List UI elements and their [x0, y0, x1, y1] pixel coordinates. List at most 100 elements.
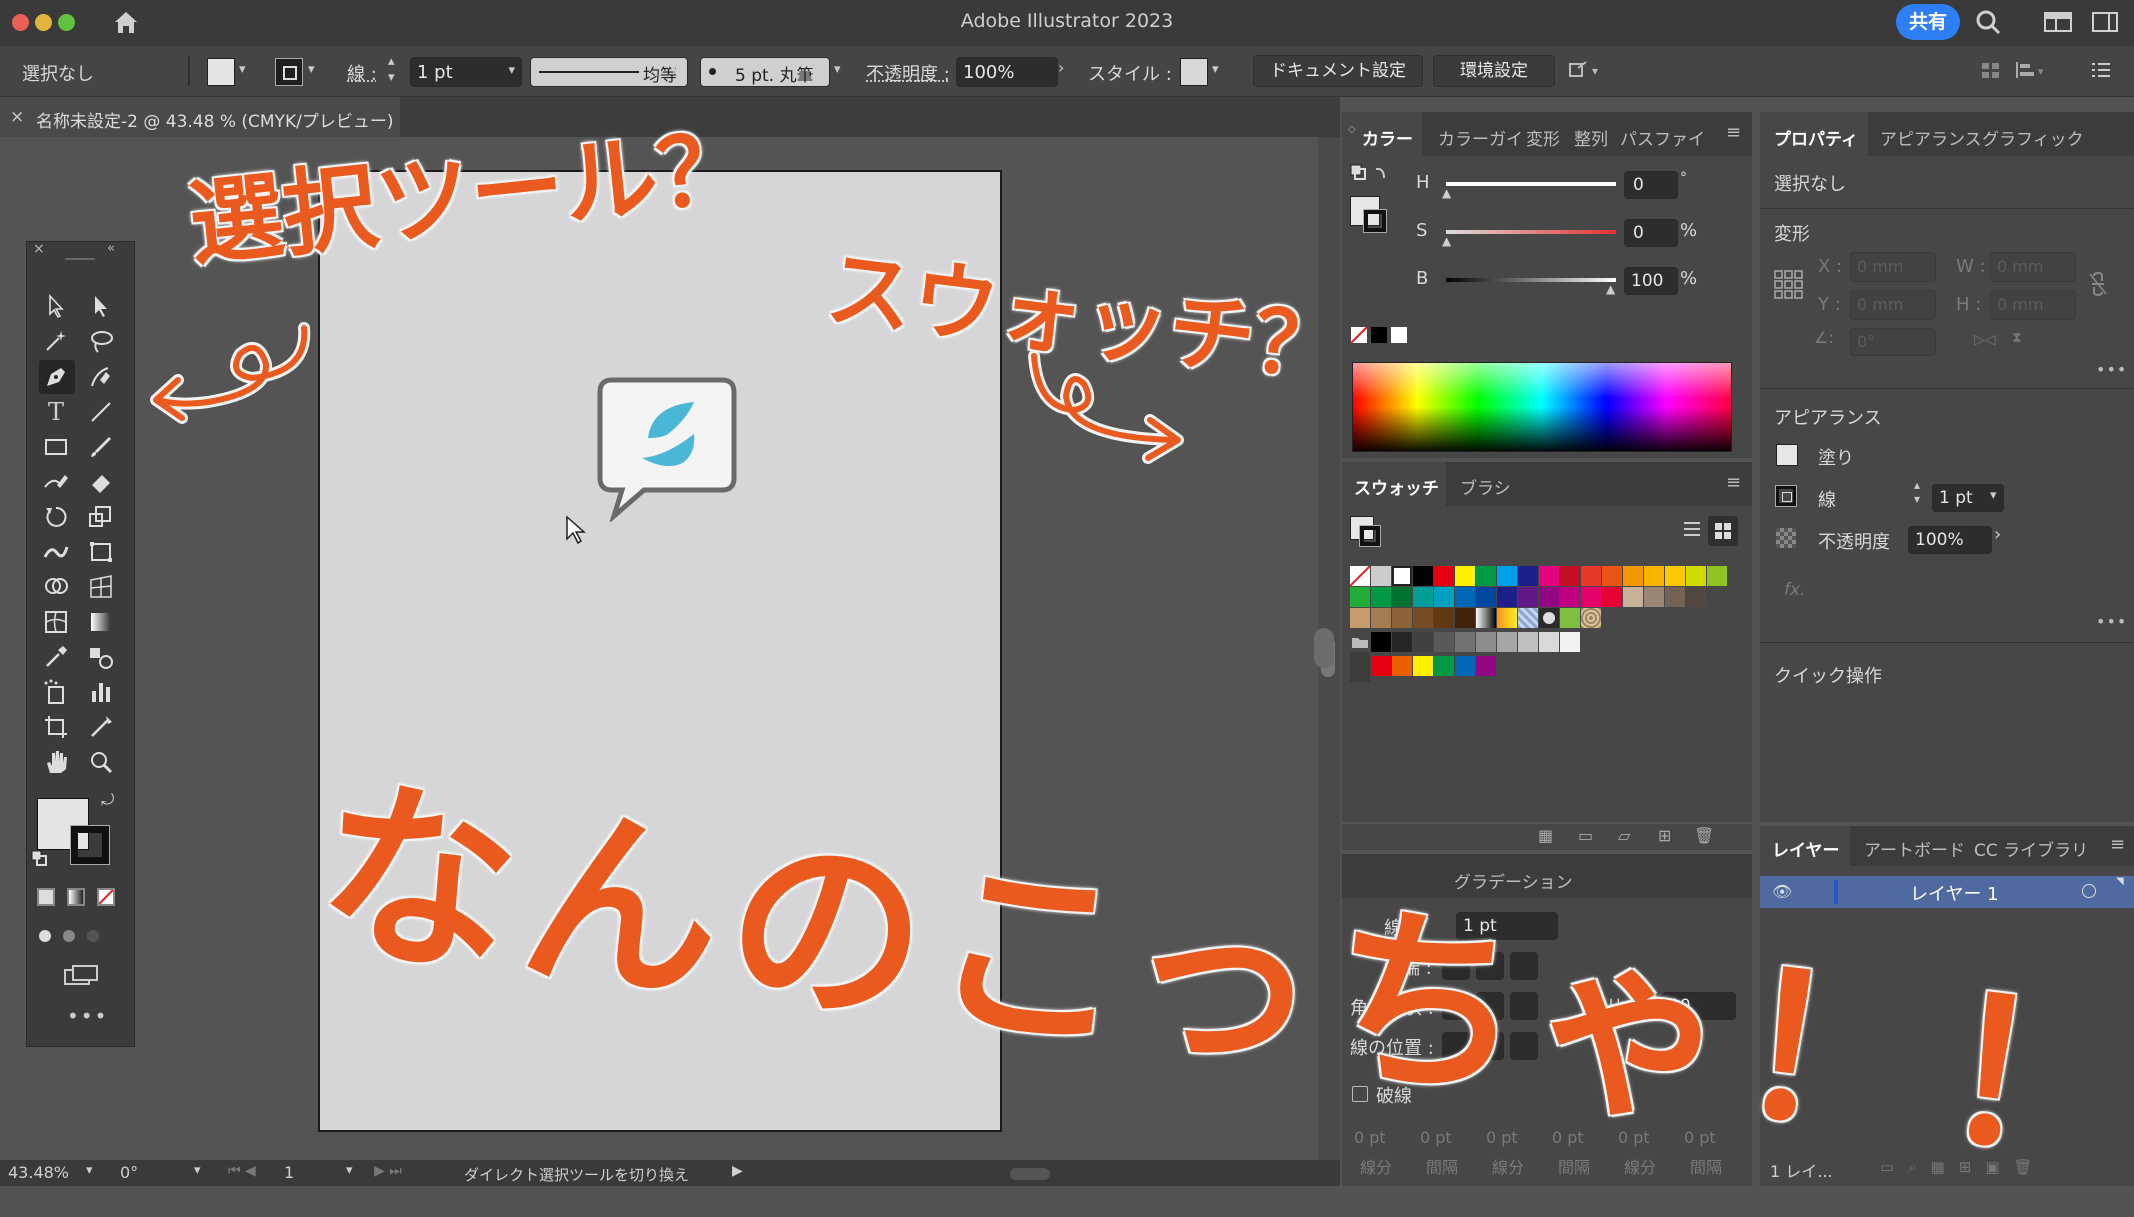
panel-toggle-icon[interactable] — [2092, 12, 2118, 36]
x-field[interactable]: 0 mm — [1850, 252, 1936, 282]
tab-transform[interactable]: 変形 — [1526, 125, 1560, 150]
y-field[interactable]: 0 mm — [1850, 290, 1936, 320]
gradient-mode-icon[interactable] — [67, 888, 85, 906]
more-options-icon[interactable]: ••• — [2096, 360, 2127, 379]
layer-name[interactable]: レイヤー 1 — [1910, 880, 1999, 906]
symbol-sprayer-tool-icon[interactable] — [41, 677, 71, 707]
s-value-field[interactable]: 0 — [1624, 219, 1678, 247]
collapse-icon[interactable]: « — [107, 241, 115, 256]
selection-tool-icon[interactable] — [41, 290, 71, 320]
appearance-fill-swatch[interactable] — [1776, 444, 1798, 466]
tab-graphic-styles[interactable]: グラフィック — [1982, 125, 2112, 150]
speech-bubble-logo[interactable] — [596, 376, 738, 526]
tab-align[interactable]: 整列 — [1574, 125, 1608, 150]
paintbrush-tool-icon[interactable] — [86, 432, 116, 462]
screen-mode-icon[interactable] — [63, 964, 99, 990]
new-group-icon[interactable]: ▱ — [1618, 826, 1630, 845]
line-tool-icon[interactable] — [86, 397, 116, 427]
reference-point-icon[interactable] — [1774, 270, 1804, 304]
delete-swatch-icon[interactable]: 🗑 — [1694, 826, 1714, 845]
more-tools-icon[interactable]: ••• — [67, 1004, 108, 1028]
hand-tool-icon[interactable] — [41, 747, 71, 777]
artboard-nav-last-icon[interactable]: ▶ ⏭ — [374, 1163, 402, 1179]
distribute-icon[interactable]: ▾ — [2014, 60, 2050, 84]
column-graph-tool-icon[interactable] — [86, 677, 116, 707]
stepper-icon[interactable]: ▴ ▾ — [1914, 478, 1920, 506]
style-swatch[interactable] — [1180, 58, 1208, 86]
lasso-tool-icon[interactable] — [86, 326, 116, 356]
stroke-swatch[interactable] — [275, 58, 303, 86]
swatch-stroke-box[interactable] — [1359, 525, 1381, 547]
opacity-field[interactable]: 100% — [956, 57, 1058, 87]
none-mode-icon[interactable] — [97, 888, 115, 906]
shaper-tool-icon[interactable] — [41, 467, 71, 497]
panel-menu-icon[interactable]: ≡ — [1726, 122, 1741, 143]
chevron-down-icon[interactable]: ▾ — [86, 1163, 93, 1178]
fill-stroke-swap-icon[interactable] — [1350, 164, 1394, 188]
preferences-button[interactable]: 環境設定 — [1433, 55, 1555, 87]
fill-swatch[interactable] — [207, 58, 235, 86]
perspective-grid-tool-icon[interactable] — [86, 572, 116, 602]
status-menu-icon[interactable]: ▶ — [732, 1163, 743, 1179]
width-tool-icon[interactable] — [41, 537, 71, 567]
grid-view-icon[interactable] — [1708, 516, 1738, 546]
h-value-field[interactable]: 0 — [1624, 171, 1678, 199]
swap-icon[interactable]: ⤾ — [101, 790, 114, 810]
panel-menu-icon[interactable]: ≡ — [2110, 834, 2125, 855]
rectangle-tool-icon[interactable] — [41, 432, 71, 462]
type-tool-icon[interactable]: T — [41, 397, 71, 427]
stroke-weight-field[interactable]: 1 pt ▾ — [410, 57, 522, 87]
default-colors-icon[interactable] — [31, 850, 47, 870]
arrange-icon[interactable]: ▾ — [1568, 58, 1604, 86]
chevron-down-icon[interactable]: ▾ — [346, 1163, 353, 1178]
free-transform-tool-icon[interactable] — [86, 537, 116, 567]
more-options-icon[interactable]: ••• — [2096, 612, 2127, 631]
new-swatch-icon[interactable]: ⊞ — [1658, 826, 1671, 845]
b-slider[interactable] — [1446, 278, 1616, 282]
slice-tool-icon[interactable] — [86, 712, 116, 742]
document-settings-button[interactable]: ドキュメント設定 — [1253, 55, 1423, 87]
tab-color-guide[interactable]: カラーガイ — [1438, 125, 1523, 150]
swatch-library-icon[interactable]: ▦ — [1538, 826, 1553, 845]
panel-scroll-thumb[interactable] — [1314, 628, 1334, 668]
eyedropper-tool-icon[interactable] — [41, 642, 71, 672]
share-button[interactable]: 共有 — [1896, 4, 1960, 40]
workspace-layout-icon[interactable] — [2044, 12, 2072, 36]
magic-wand-tool-icon[interactable] — [41, 326, 71, 356]
color-stroke-box[interactable] — [1363, 209, 1387, 233]
tab-brushes[interactable]: ブラシ — [1460, 474, 1511, 499]
pen-tool-icon[interactable] — [41, 362, 71, 392]
flip-vertical-icon[interactable]: ⧗ — [2012, 330, 2022, 346]
mesh-tool-icon[interactable] — [41, 607, 71, 637]
brush-dropdown[interactable]: 5 pt. 丸筆 — [700, 57, 830, 87]
curvature-tool-icon[interactable] — [86, 362, 116, 392]
tab-appearance[interactable]: アピアランス — [1880, 125, 1980, 150]
list-view-icon[interactable] — [1682, 520, 1702, 542]
stroke-label[interactable]: 線 : — [347, 60, 377, 86]
horizontal-scroll-thumb[interactable] — [1010, 1168, 1050, 1180]
h-slider[interactable] — [1446, 182, 1616, 186]
document-tab[interactable]: × 名称未設定-2 @ 43.48 % (CMYK/プレビュー) — [0, 97, 400, 137]
chevron-right-icon[interactable]: › — [1058, 58, 1064, 77]
h-field[interactable]: 0 mm — [1990, 290, 2076, 320]
b-value-field[interactable]: 100 — [1624, 267, 1678, 295]
stroke-profile-dropdown[interactable]: 均等 — [530, 57, 688, 87]
appearance-stroke-swatch[interactable] — [1775, 485, 1797, 507]
eraser-tool-icon[interactable] — [86, 467, 116, 497]
s-slider[interactable] — [1446, 230, 1616, 234]
stroke-color-box[interactable] — [70, 825, 110, 865]
tab-layers[interactable]: レイヤー — [1772, 836, 1840, 861]
shape-builder-tool-icon[interactable] — [41, 572, 71, 602]
blend-tool-icon[interactable] — [86, 642, 116, 672]
close-tab-icon[interactable]: × — [10, 107, 24, 127]
gradient-tool-icon[interactable] — [86, 607, 116, 637]
draw-modes-icon[interactable] — [35, 926, 125, 946]
angle-field[interactable]: 0° — [1850, 328, 1936, 356]
tab-properties[interactable]: プロパティ — [1774, 125, 1858, 150]
rotation-value[interactable]: 0° — [120, 1163, 138, 1182]
w-field[interactable]: 0 mm — [1990, 252, 2076, 282]
panel-menu-icon[interactable]: ≡ — [1726, 472, 1741, 493]
swatch-options-icon[interactable]: ▭ — [1578, 826, 1593, 845]
tab-cc-libraries[interactable]: CC ライブラリ — [1974, 836, 2088, 861]
rotate-tool-icon[interactable] — [41, 502, 71, 532]
